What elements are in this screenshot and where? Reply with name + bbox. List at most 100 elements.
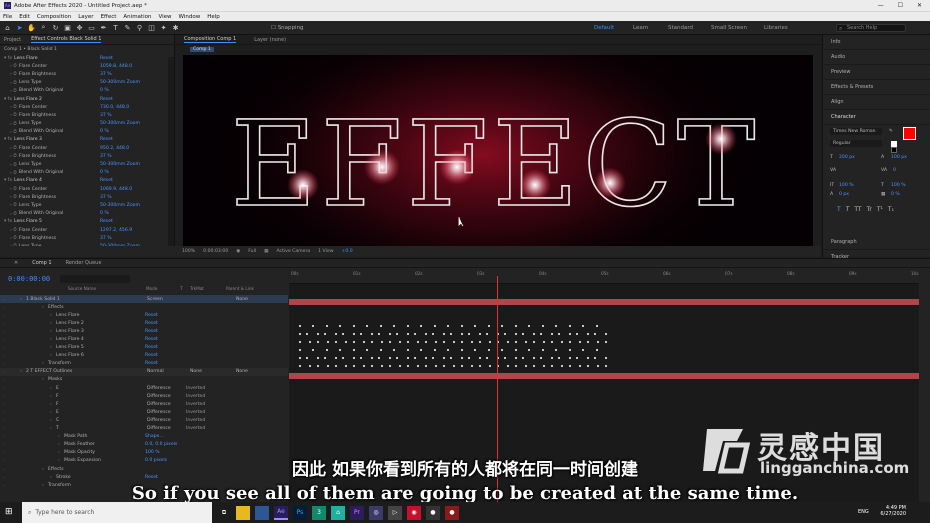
keyframe-marker[interactable] — [522, 333, 524, 335]
stopwatch-icon[interactable]: › ⏱ — [10, 112, 17, 118]
keyframe-marker[interactable] — [447, 349, 449, 351]
lens-type-select[interactable]: 50-300mm Zoom — [100, 162, 140, 167]
layer-row[interactable]: ◦ › Lens Flare 3 Reset — [0, 327, 288, 335]
horizontal-scale-value[interactable]: 100 % — [891, 183, 906, 188]
keyframe-marker[interactable] — [399, 365, 401, 367]
keyframe-marker[interactable] — [299, 341, 301, 343]
camera-icon[interactable]: ◉ — [236, 249, 240, 254]
keyframe-marker[interactable] — [501, 325, 503, 327]
blend-value[interactable]: 0 % — [100, 170, 109, 175]
keyframe-marker[interactable] — [461, 325, 463, 327]
keyframe-marker[interactable] — [555, 349, 557, 351]
keyframe-marker[interactable] — [443, 341, 445, 343]
photoshop-taskbar-icon[interactable]: Ps — [293, 505, 307, 520]
reset-button[interactable]: Reset — [145, 337, 158, 342]
inverted-checkbox[interactable]: Inverted — [186, 394, 205, 399]
lens-type-row[interactable]: › ⏱Lens Type 50-300mm Zoom — [4, 79, 174, 87]
snapping-checkbox[interactable]: ☐ Snapping — [271, 25, 304, 31]
keyframe-marker[interactable] — [378, 357, 380, 359]
flare-brightness-row[interactable]: › ⏱ Flare Brightness 37 % — [4, 193, 174, 201]
pan-behind-tool-icon[interactable]: ✥ — [75, 23, 84, 32]
layer-row[interactable]: ◦ › F Difference Inverted — [0, 400, 288, 408]
keyframe-marker[interactable] — [299, 333, 301, 335]
font-size-value[interactable]: 200 px — [839, 155, 855, 160]
expand-chevron-icon[interactable]: ▾ fx — [4, 178, 12, 183]
keyframe-marker[interactable] — [569, 349, 571, 351]
eyedropper-icon[interactable]: ✎ — [889, 129, 897, 137]
roto-brush-tool-icon[interactable]: ✦ — [159, 23, 168, 32]
keyframe-marker[interactable] — [414, 357, 416, 359]
keyframe-marker[interactable] — [576, 333, 578, 335]
zoom-tool-icon[interactable]: ⌕ — [39, 23, 48, 32]
keyframe-marker[interactable] — [479, 333, 481, 335]
keyframe-marker[interactable] — [381, 365, 383, 367]
keyframe-marker[interactable] — [335, 365, 337, 367]
flare-center-row[interactable]: › ⏱ Flare Center 1069.9, 448.0 — [4, 185, 174, 193]
lens-type-select[interactable]: 50-300mm Zoom — [100, 80, 140, 85]
inverted-checkbox[interactable]: Inverted — [186, 410, 205, 415]
keyframe-marker[interactable] — [515, 357, 517, 359]
expand-chevron-icon[interactable]: ▾ fx — [4, 137, 12, 142]
search-help-input[interactable]: Search Help — [836, 24, 906, 32]
expand-chevron-icon[interactable]: › — [58, 434, 60, 439]
keyframe-marker[interactable] — [371, 365, 373, 367]
keyframe-marker[interactable] — [306, 357, 308, 359]
keyframe-marker[interactable] — [525, 365, 527, 367]
keyframe-marker[interactable] — [317, 333, 319, 335]
keyframe-marker[interactable] — [461, 333, 463, 335]
stopwatch-icon[interactable]: › ⏱ — [10, 153, 17, 159]
keyframe-marker[interactable] — [594, 357, 596, 359]
stopwatch-icon[interactable]: › ⏱ — [10, 121, 17, 127]
reset-button[interactable]: Reset — [145, 353, 158, 358]
font-style-select[interactable]: Regular — [830, 140, 882, 147]
flare-brightness-value[interactable]: 37 % — [100, 154, 112, 159]
keyframe-marker[interactable] — [489, 341, 491, 343]
selection-tool-icon[interactable]: ➤ — [15, 23, 24, 32]
keyframe-marker[interactable] — [569, 325, 571, 327]
keyframe-marker[interactable] — [471, 341, 473, 343]
keyframe-marker[interactable] — [363, 341, 365, 343]
close-icon[interactable]: ✕ — [917, 2, 922, 9]
column-source-name[interactable]: Source Name — [68, 286, 96, 291]
keyframe-marker[interactable] — [507, 365, 509, 367]
stopwatch-icon[interactable]: › ⏱ — [10, 88, 17, 94]
visibility-eye-icon[interactable]: ◦ — [3, 402, 5, 407]
reset-button[interactable]: Reset — [145, 321, 158, 326]
keyframe-marker[interactable] — [309, 365, 311, 367]
keyframe-marker[interactable] — [479, 341, 481, 343]
stopwatch-icon[interactable]: › ⏱ — [10, 145, 17, 151]
keyframe-marker[interactable] — [576, 357, 578, 359]
visibility-eye-icon[interactable]: ◦ — [3, 467, 5, 472]
keyframe-marker[interactable] — [558, 333, 560, 335]
expand-chevron-icon[interactable]: › — [50, 394, 52, 399]
keyframe-marker[interactable] — [488, 349, 490, 351]
keyframe-marker[interactable] — [501, 349, 503, 351]
tsume-value[interactable]: 0 % — [891, 192, 900, 197]
stopwatch-icon[interactable]: › ⏱ — [10, 129, 17, 135]
stopwatch-icon[interactable]: › ⏱ — [10, 202, 17, 208]
flare-brightness-value[interactable]: 37 % — [100, 195, 112, 200]
black-swatch[interactable] — [891, 147, 897, 153]
keyframe-marker[interactable] — [299, 357, 301, 359]
keyframe-marker[interactable] — [551, 333, 553, 335]
faux-italic-button[interactable]: T — [846, 206, 850, 213]
menu-layer[interactable]: Layer — [78, 14, 93, 20]
keyframe-marker[interactable] — [594, 333, 596, 335]
inverted-checkbox[interactable]: Inverted — [186, 402, 205, 407]
panel-audio[interactable]: Audio — [823, 50, 930, 65]
visibility-eye-icon[interactable]: ◦ — [3, 305, 5, 310]
effect-controls-scrollbar[interactable] — [168, 57, 174, 257]
workspace-libraries[interactable]: Libraries — [764, 25, 788, 31]
tracking-value[interactable]: 0 — [893, 168, 896, 173]
app-taskbar-icon-7[interactable]: ● — [445, 505, 459, 520]
keyframe-marker[interactable] — [447, 325, 449, 327]
time-ruler[interactable]: 00s 01s 02s 03s 04s 05s 06s 07s 08s 09s 10s — [289, 268, 919, 284]
keyframe-marker[interactable] — [461, 341, 463, 343]
app-taskbar-icon-2[interactable]: ⌂ — [331, 505, 345, 520]
flare-center-value[interactable]: 1059.8, 448.0 — [100, 64, 132, 69]
reset-button[interactable]: Reset — [100, 56, 113, 61]
workspace-default[interactable]: Default — [594, 25, 614, 31]
panel-paragraph[interactable]: Paragraph — [823, 235, 930, 250]
blend-with-original-row[interactable]: › ⏱ Blend With Original 0 % — [4, 169, 174, 177]
flare-brightness-value[interactable]: 37 % — [100, 113, 112, 118]
